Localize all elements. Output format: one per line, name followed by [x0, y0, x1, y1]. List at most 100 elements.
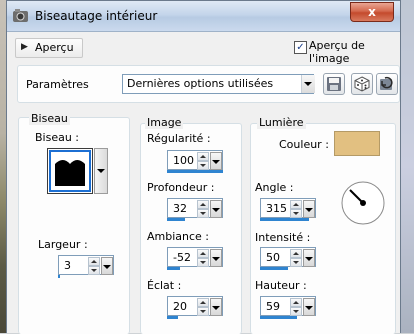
spin-up-icon[interactable]: [197, 152, 209, 161]
intensity-level-bar: [260, 267, 288, 270]
height-level-bar: [260, 316, 297, 319]
presets-select[interactable]: Dernières options utilisées: [122, 74, 315, 94]
width-stepper[interactable]: 3: [58, 255, 114, 278]
spin-down-icon[interactable]: [197, 161, 209, 170]
height-spin-arrows[interactable]: [290, 298, 302, 316]
presets-panel: Paramètres Dernières options utilisées: [17, 65, 400, 103]
regularity-value: 100: [173, 154, 194, 167]
width-level-bar: [58, 275, 60, 278]
spin-down-icon[interactable]: [197, 209, 209, 218]
spin-up-icon[interactable]: [290, 200, 302, 209]
spin-down-icon[interactable]: [197, 307, 209, 316]
save-preset-button[interactable]: [323, 73, 345, 95]
spin-down-icon[interactable]: [88, 266, 100, 275]
width-label: Largeur :: [38, 238, 88, 251]
regularity-label: Régularité :: [147, 132, 211, 145]
close-button[interactable]: x: [350, 2, 394, 22]
spin-down-icon[interactable]: [197, 258, 209, 267]
width-input[interactable]: 3: [58, 255, 114, 275]
spin-down-icon[interactable]: [290, 258, 302, 267]
shine-dropdown-button[interactable]: [210, 298, 222, 316]
depth-stepper[interactable]: 32: [167, 198, 223, 221]
preview-toggle-label: Aperçu: [35, 41, 74, 54]
preview-toggle-button[interactable]: ▶ Aperçu: [15, 38, 83, 58]
dice-icon: [354, 76, 370, 92]
shine-stepper[interactable]: 20: [167, 296, 223, 319]
reset-icon: [380, 76, 393, 90]
spin-up-icon[interactable]: [290, 298, 302, 307]
chevron-down-icon: [304, 82, 312, 86]
angle-spin-arrows[interactable]: [290, 200, 302, 218]
presets-dropdown-button[interactable]: [301, 75, 315, 93]
chevron-down-icon: [305, 306, 313, 310]
spin-up-icon[interactable]: [197, 200, 209, 209]
chevron-down-icon: [212, 306, 220, 310]
spin-up-icon[interactable]: [197, 298, 209, 307]
height-dropdown-button[interactable]: [303, 298, 315, 316]
preview-image-checkbox-label[interactable]: Aperçu de l'image: [309, 39, 400, 65]
depth-spin-arrows[interactable]: [197, 200, 209, 218]
intensity-input[interactable]: 50: [260, 247, 316, 267]
floppy-disk-icon: [327, 77, 341, 91]
spin-up-icon[interactable]: [88, 257, 100, 266]
ambiance-input[interactable]: -52: [167, 247, 223, 267]
bevel-shape-preview: [49, 150, 91, 192]
chevron-down-icon: [212, 160, 220, 164]
intensity-spin-arrows[interactable]: [290, 249, 302, 267]
intensity-stepper[interactable]: 50: [260, 247, 316, 270]
bevel-shape-picker[interactable]: [47, 148, 93, 194]
angle-dropdown-button[interactable]: [303, 200, 315, 218]
depth-dropdown-button[interactable]: [210, 200, 222, 218]
depth-level-bar: [167, 218, 185, 221]
random-preset-button[interactable]: [351, 73, 373, 95]
regularity-input[interactable]: 100: [167, 150, 223, 170]
shine-value: 20: [173, 300, 187, 313]
app-icon: [12, 8, 29, 23]
regularity-stepper[interactable]: 100: [167, 150, 223, 173]
ambiance-value: -52: [173, 251, 191, 264]
angle-input[interactable]: 315: [260, 198, 316, 218]
spin-down-icon[interactable]: [290, 209, 302, 218]
regularity-dropdown-button[interactable]: [210, 152, 222, 170]
ambiance-stepper[interactable]: -52: [167, 247, 223, 270]
ambiance-spin-arrows[interactable]: [197, 249, 209, 267]
angle-level-bar: [260, 218, 309, 221]
height-stepper[interactable]: 59: [260, 296, 316, 319]
angle-dial[interactable]: [340, 180, 386, 226]
width-spin-arrows[interactable]: [88, 257, 100, 275]
close-icon: x: [368, 5, 376, 19]
expand-arrow-icon: ▶: [21, 42, 28, 52]
color-label: Couleur :: [279, 138, 329, 151]
chevron-down-icon: [103, 265, 111, 269]
angle-stepper[interactable]: 315: [260, 198, 316, 221]
depth-value: 32: [173, 202, 187, 215]
bevel-group-title: Biseau: [29, 112, 70, 125]
height-input[interactable]: 59: [260, 296, 316, 316]
spin-up-icon[interactable]: [197, 249, 209, 258]
shine-input[interactable]: 20: [167, 296, 223, 316]
regularity-spin-arrows[interactable]: [197, 152, 209, 170]
width-dropdown-button[interactable]: [101, 257, 113, 275]
window-title: Biseautage intérieur: [35, 9, 158, 23]
ambiance-label: Ambiance :: [147, 230, 210, 243]
angle-label: Angle :: [255, 181, 294, 194]
depth-input[interactable]: 32: [167, 198, 223, 218]
shine-spin-arrows[interactable]: [197, 298, 209, 316]
spin-up-icon[interactable]: [290, 249, 302, 258]
chevron-down-icon: [212, 257, 220, 261]
bevel-shape-label: Biseau :: [35, 131, 80, 144]
bevel-shape-icon: [55, 160, 85, 186]
title-bar[interactable]: Biseautage intérieur x: [7, 1, 400, 32]
ambiance-level-bar: [167, 267, 180, 270]
height-label: Hauteur :: [255, 279, 307, 292]
light-color-swatch[interactable]: [334, 131, 380, 156]
chevron-down-icon: [305, 257, 313, 261]
dialog-window: Biseautage intérieur x ▶ Aperçu ✓ Aperçu…: [6, 0, 401, 334]
ambiance-dropdown-button[interactable]: [210, 249, 222, 267]
intensity-label: Intensité :: [255, 231, 311, 244]
intensity-dropdown-button[interactable]: [303, 249, 315, 267]
reset-preset-button[interactable]: [376, 73, 398, 95]
bevel-shape-dropdown-button[interactable]: [94, 148, 108, 194]
preview-image-checkbox[interactable]: ✓: [294, 41, 307, 54]
spin-down-icon[interactable]: [290, 307, 302, 316]
